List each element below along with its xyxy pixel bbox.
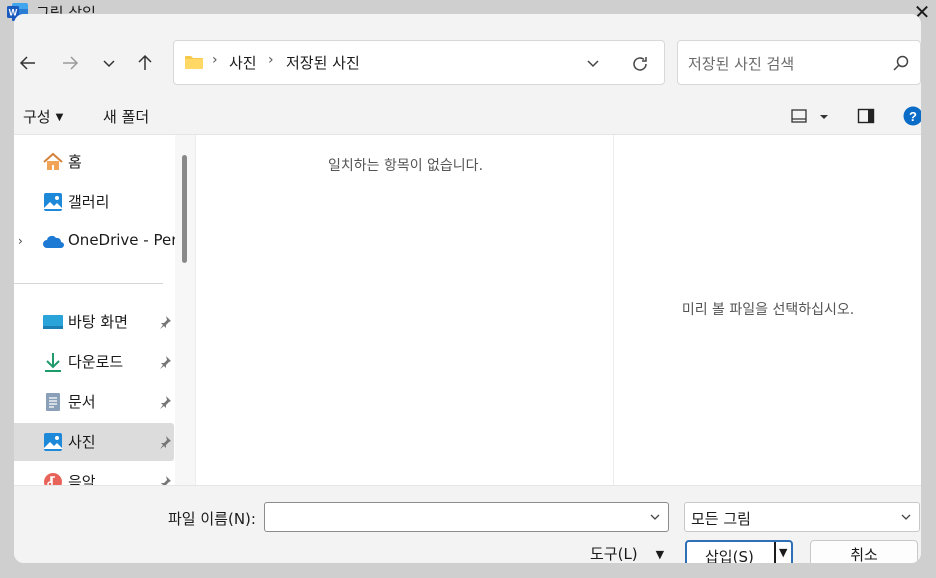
pin-icon[interactable]	[158, 395, 172, 409]
music-icon	[44, 473, 62, 485]
pin-icon[interactable]	[158, 475, 172, 485]
sidebar-item-pictures[interactable]: 사진	[14, 423, 174, 461]
chevron-down-icon	[901, 514, 911, 520]
breadcrumb-separator: ›	[212, 52, 218, 68]
search-box[interactable]: 저장된 사진 검색	[677, 40, 921, 85]
new-folder-button[interactable]: 새 폴더	[103, 106, 149, 127]
pin-icon[interactable]	[158, 435, 172, 449]
sidebar-item-documents[interactable]: 문서	[14, 383, 174, 421]
refresh-icon[interactable]	[630, 54, 650, 74]
download-icon	[45, 353, 61, 372]
insert-picture-dialog: › 사진 › 저장된 사진 저장된 사진 검색 구성 ▼ 새 폴더 ? 홈 갤러리	[14, 14, 921, 563]
chevron-down-icon[interactable]	[648, 510, 662, 524]
caret-down-icon: ▼	[55, 112, 64, 123]
folder-icon	[185, 56, 203, 69]
expand-chevron-icon[interactable]: ›	[18, 234, 23, 248]
organize-button[interactable]: 구성 ▼	[23, 106, 63, 127]
sidebar-item-label: 음악	[68, 473, 96, 485]
pictures-icon	[44, 433, 62, 451]
sidebar-item-downloads[interactable]: 다운로드	[14, 343, 174, 381]
insert-label: 삽입(S)	[705, 548, 754, 563]
documents-icon	[46, 393, 60, 411]
sidebar-item-label: 홈	[68, 153, 82, 171]
sidebar-item-music[interactable]: 음악	[14, 463, 174, 485]
dialog-footer: 파일 이름(N): 모든 그림 도구(L) ▼ 삽입(S) ▼ 취소	[14, 485, 921, 563]
sidebar-item-desktop[interactable]: 바탕 화면	[14, 303, 174, 341]
filename-field[interactable]	[264, 502, 669, 532]
sidebar-item-label: 갤러리	[68, 193, 110, 211]
sidebar-divider	[14, 283, 163, 284]
forward-button[interactable]	[57, 50, 83, 76]
address-bar[interactable]: › 사진 › 저장된 사진	[173, 40, 665, 85]
onedrive-icon	[43, 235, 64, 248]
view-dropdown-icon[interactable]	[817, 107, 831, 125]
tools-label: 도구(L)	[590, 545, 638, 563]
sidebar-item-label: OneDrive - Pers	[68, 231, 186, 249]
scrollbar-thumb[interactable]	[182, 155, 187, 263]
address-dropdown-icon[interactable]	[584, 54, 602, 72]
caret-down-icon: ▼	[655, 548, 665, 561]
sidebar-item-label: 문서	[68, 393, 96, 411]
sidebar-item-label: 사진	[68, 433, 96, 451]
breadcrumb-pictures[interactable]: 사진	[229, 52, 257, 73]
preview-pane-icon[interactable]	[857, 107, 875, 125]
command-bar: 구성 ▼ 새 폴더 ?	[14, 97, 921, 135]
sidebar-item-label: 다운로드	[68, 353, 124, 371]
pin-icon[interactable]	[158, 355, 172, 369]
arrow-left-icon	[19, 56, 35, 70]
cancel-button[interactable]: 취소	[810, 540, 918, 563]
tools-button[interactable]: 도구(L) ▼	[590, 543, 664, 563]
filename-label: 파일 이름(N):	[168, 510, 256, 528]
breadcrumb-saved-pictures[interactable]: 저장된 사진	[286, 52, 360, 73]
navigation-pane: 홈 갤러리 › OneDrive - Pers 바탕 화면 다운로드 문서 사진…	[14, 135, 195, 485]
svg-text:?: ?	[909, 109, 917, 124]
preview-message: 미리 볼 파일을 선택하십시오.	[681, 302, 855, 318]
insert-dropdown-icon[interactable]: ▼	[779, 546, 787, 559]
help-icon[interactable]: ?	[903, 106, 921, 126]
breadcrumb-separator: ›	[268, 52, 274, 68]
recent-locations-button[interactable]	[96, 50, 122, 76]
sidebar-item-onedrive[interactable]: › OneDrive - Pers	[14, 223, 185, 261]
desktop-icon	[43, 315, 63, 329]
sidebar-item-label: 바탕 화면	[68, 313, 128, 331]
preview-pane: 미리 볼 파일을 선택하십시오.	[615, 135, 921, 485]
sidebar-item-home[interactable]: 홈	[14, 143, 174, 181]
pin-icon[interactable]	[158, 315, 172, 329]
search-icon	[893, 55, 909, 71]
view-mode-icon[interactable]	[790, 107, 808, 125]
back-button[interactable]	[15, 50, 41, 76]
gallery-icon	[44, 193, 62, 211]
sidebar-scrollbar[interactable]	[175, 135, 195, 485]
navigation-bar: › 사진 › 저장된 사진 저장된 사진 검색	[14, 14, 921, 97]
organize-label: 구성	[23, 108, 51, 126]
up-button[interactable]	[132, 50, 158, 76]
split-divider	[774, 542, 776, 563]
home-icon	[43, 152, 63, 170]
filetype-value: 모든 그림	[691, 510, 751, 528]
insert-button[interactable]: 삽입(S) ▼	[685, 540, 793, 563]
search-input[interactable]: 저장된 사진 검색	[688, 53, 794, 74]
arrow-up-icon	[138, 54, 152, 70]
chevron-down-icon	[103, 60, 115, 68]
arrow-right-icon	[63, 56, 79, 70]
sidebar-item-gallery[interactable]: 갤러리	[14, 183, 174, 221]
empty-message: 일치하는 항목이 없습니다.	[327, 158, 484, 174]
filetype-select[interactable]: 모든 그림	[684, 502, 920, 532]
file-list[interactable]: 일치하는 항목이 없습니다.	[195, 135, 614, 485]
